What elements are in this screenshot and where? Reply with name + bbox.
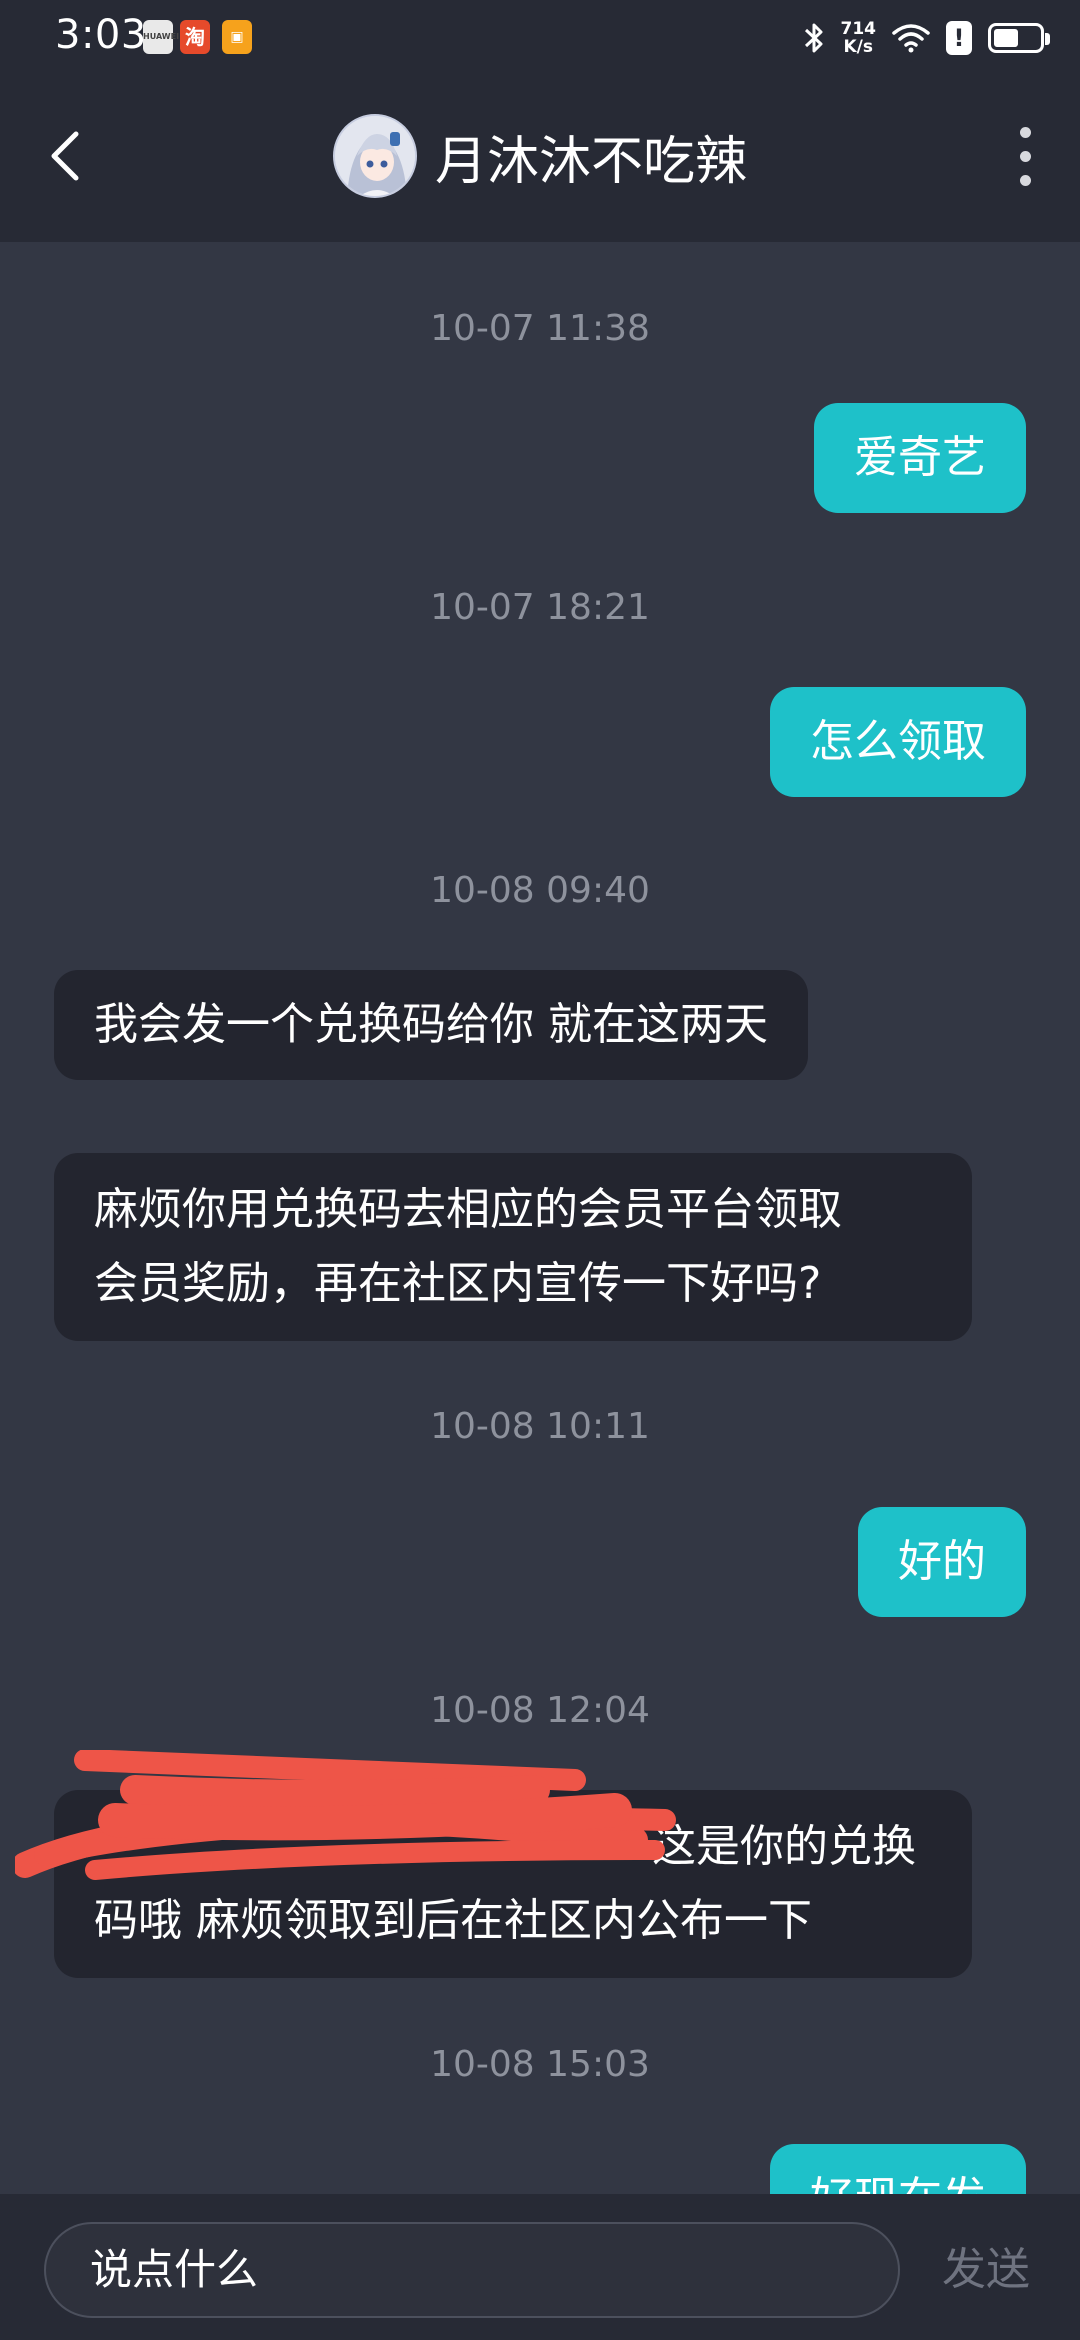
status-time: 3:03	[55, 12, 147, 58]
battery-icon	[988, 23, 1050, 53]
chat-header: 月沐沐不吃辣	[0, 76, 1080, 242]
incoming-message[interactable]: 我会发一个兑换码给你 就在这两天	[54, 970, 808, 1080]
outgoing-message[interactable]: 怎么领取	[770, 687, 1026, 797]
timestamp: 10-08 09:40	[430, 870, 650, 911]
status-icons: 714 K/s !	[803, 16, 1050, 60]
app-notification-icon-2: ▣	[222, 20, 252, 54]
status-bar: 3:03 HUAWEI 淘 ▣ 714 K/s !	[0, 0, 1080, 76]
timestamp: 10-07 18:21	[430, 587, 650, 628]
more-button[interactable]	[1010, 114, 1040, 198]
message-line: 会员奖励，再在社区内宣传一下好吗?	[94, 1258, 822, 1309]
timestamp: 10-08 15:03	[430, 2044, 650, 2085]
avatar[interactable]	[332, 114, 417, 198]
outgoing-message[interactable]: 爱奇艺	[814, 403, 1026, 513]
timestamp: 10-08 10:11	[430, 1406, 650, 1447]
shopping-app-icon: 淘	[180, 20, 210, 54]
contact-info[interactable]: 月沐沐不吃辣	[0, 114, 1080, 198]
send-button[interactable]: 发送	[942, 2222, 1030, 2318]
app-notification-icon: HUAWEI	[143, 20, 179, 54]
wifi-icon	[892, 24, 930, 53]
page-title: 月沐沐不吃辣	[434, 131, 747, 192]
message-input[interactable]: 说点什么	[44, 2222, 900, 2318]
incoming-message[interactable]: 麻烦你用兑换码去相应的会员平台领取 会员奖励，再在社区内宣传一下好吗?	[54, 1153, 972, 1341]
battery-level	[994, 29, 1019, 47]
alert-icon: !	[946, 21, 972, 55]
more-vertical-icon	[1019, 126, 1031, 138]
bluetooth-icon	[804, 23, 822, 53]
composer-bar: 说点什么 发送	[0, 2194, 1080, 2340]
outgoing-message[interactable]: 好现在发	[770, 2144, 1026, 2194]
message-line: 麻烦你用兑换码去相应的会员平台领取	[94, 1184, 842, 1235]
outgoing-message[interactable]: 好的	[858, 1507, 1026, 1617]
timestamp: 10-07 11:38	[430, 308, 650, 349]
timestamp: 10-08 12:04	[430, 1690, 650, 1731]
top-bar: 3:03 HUAWEI 淘 ▣ 714 K/s ! 月沐沐不吃辣	[0, 0, 1080, 242]
redaction-scribble	[15, 1750, 676, 1880]
network-speed: 714 K/s	[840, 19, 877, 57]
